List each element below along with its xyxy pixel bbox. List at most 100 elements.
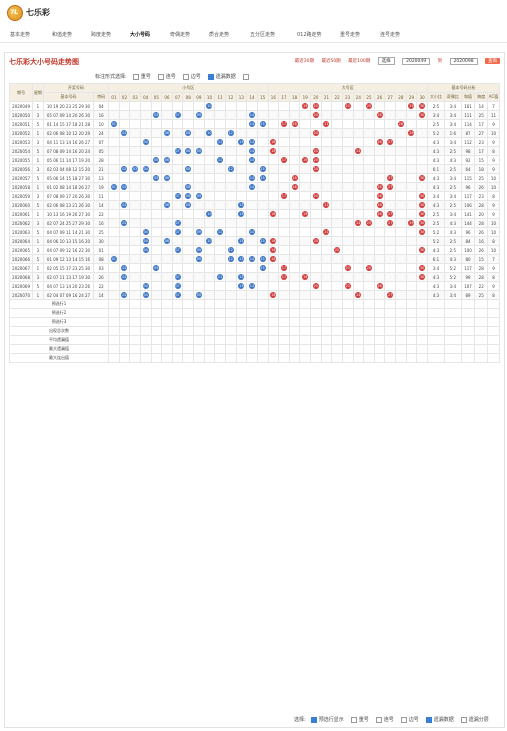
forecast-cell[interactable] [310, 317, 322, 327]
forecast-cell[interactable] [288, 317, 301, 327]
forecast-cell[interactable] [443, 317, 462, 327]
bottom-option[interactable]: 边号 [400, 716, 419, 723]
forecast-cell[interactable] [118, 299, 131, 309]
checkbox-icon[interactable] [425, 716, 432, 723]
query-button[interactable]: 查询 [485, 58, 500, 64]
filter-option[interactable]: 边号 [182, 73, 201, 80]
forecast-cell[interactable] [267, 308, 280, 318]
bottom-option[interactable]: 重号 [350, 716, 369, 723]
forecast-cell[interactable] [416, 299, 429, 309]
nav-tab-9[interactable]: 连号走势 [380, 31, 400, 38]
bottom-option[interactable]: 遗漏分层 [460, 716, 489, 723]
forecast-cell[interactable] [193, 308, 205, 318]
forecast-cell[interactable] [235, 317, 248, 327]
checkbox-icon[interactable] [400, 716, 407, 723]
forecast-cell[interactable] [278, 317, 290, 327]
bottom-option[interactable]: 遗漏数据 [425, 716, 454, 723]
nav-tab-5[interactable]: 质合走势 [209, 31, 229, 38]
forecast-cell[interactable] [384, 308, 396, 318]
forecast-cell[interactable] [139, 299, 152, 309]
forecast-cell[interactable] [427, 317, 445, 327]
forecast-cell[interactable] [320, 308, 333, 318]
forecast-cell[interactable] [352, 299, 365, 309]
forecast-cell[interactable] [474, 308, 489, 318]
forecast-cell[interactable] [373, 308, 386, 318]
forecast-cell[interactable] [235, 299, 248, 309]
forecast-cell[interactable] [171, 299, 184, 309]
forecast-cell[interactable] [129, 299, 141, 309]
forecast-cell[interactable] [267, 317, 280, 327]
checkbox-icon[interactable] [350, 716, 357, 723]
forecast-cell[interactable] [171, 317, 184, 327]
forecast-cell[interactable] [299, 317, 311, 327]
forecast-cell[interactable] [341, 299, 354, 309]
checkbox-icon[interactable] [157, 73, 164, 80]
forecast-cell[interactable] [443, 299, 462, 309]
forecast-cell[interactable] [474, 299, 489, 309]
forecast-cell[interactable] [150, 308, 163, 318]
forecast-cell[interactable] [341, 317, 354, 327]
bottom-option[interactable]: 预选行显示 [310, 716, 344, 723]
forecast-cell[interactable] [182, 299, 194, 309]
forecast-cell[interactable] [416, 317, 429, 327]
forecast-row[interactable]: 预选行2 [8, 308, 500, 318]
forecast-cell[interactable] [108, 299, 120, 309]
forecast-cell[interactable] [487, 308, 500, 318]
forecast-cell[interactable] [405, 317, 418, 327]
forecast-cell[interactable] [352, 317, 365, 327]
checkbox-icon[interactable] [242, 73, 249, 80]
checkbox-icon[interactable] [460, 716, 467, 723]
forecast-cell[interactable] [416, 308, 429, 318]
forecast-cell[interactable] [246, 317, 258, 327]
forecast-cell[interactable] [256, 317, 269, 327]
forecast-cell[interactable] [331, 308, 343, 318]
forecast-cell[interactable] [288, 299, 301, 309]
forecast-row[interactable]: 预选行3 [8, 317, 500, 327]
nav-tab-1[interactable]: 和值走势 [52, 31, 72, 38]
forecast-cell[interactable] [395, 308, 407, 318]
forecast-cell[interactable] [405, 308, 418, 318]
checkbox-icon[interactable] [132, 73, 139, 80]
filter-option[interactable] [242, 73, 251, 80]
nav-tab-8[interactable]: 重号走势 [340, 31, 360, 38]
forecast-cell[interactable] [171, 308, 184, 318]
forecast-cell[interactable] [310, 299, 322, 309]
forecast-cell[interactable] [288, 308, 301, 318]
forecast-cell[interactable] [161, 308, 173, 318]
forecast-cell[interactable] [487, 317, 500, 327]
forecast-cell[interactable] [363, 308, 375, 318]
checkbox-icon[interactable] [375, 716, 382, 723]
forecast-cell[interactable] [299, 308, 311, 318]
checkbox-icon[interactable] [182, 73, 189, 80]
filter-option[interactable]: 连号 [157, 73, 176, 80]
forecast-cell[interactable] [108, 308, 120, 318]
period-select[interactable]: 选择 [377, 57, 395, 65]
forecast-cell[interactable] [224, 317, 237, 327]
forecast-cell[interactable] [460, 299, 476, 309]
nav-tab-2[interactable]: 跨度走势 [91, 31, 111, 38]
checkbox-icon[interactable] [207, 73, 214, 80]
forecast-cell[interactable] [214, 308, 226, 318]
forecast-cell[interactable] [193, 299, 205, 309]
forecast-cell[interactable] [129, 308, 141, 318]
forecast-cell[interactable] [443, 308, 462, 318]
forecast-cell[interactable] [405, 299, 418, 309]
forecast-cell[interactable] [193, 317, 205, 327]
forecast-cell[interactable] [278, 308, 290, 318]
forecast-cell[interactable] [427, 308, 445, 318]
forecast-cell[interactable] [150, 299, 163, 309]
forecast-cell[interactable] [299, 299, 311, 309]
to-issue-input[interactable]: 2020098 [449, 58, 478, 65]
forecast-cell[interactable] [460, 308, 476, 318]
forecast-cell[interactable] [363, 317, 375, 327]
forecast-cell[interactable] [235, 308, 248, 318]
forecast-cell[interactable] [182, 308, 194, 318]
bottom-option[interactable]: 连号 [375, 716, 394, 723]
nav-tab-4[interactable]: 奇偶走势 [170, 31, 190, 38]
forecast-cell[interactable] [150, 317, 163, 327]
forecast-cell[interactable] [384, 299, 396, 309]
forecast-cell[interactable] [352, 308, 365, 318]
nav-tab-7[interactable]: 012路走势 [297, 31, 322, 38]
nav-tab-6[interactable]: 五分区走势 [250, 31, 275, 38]
forecast-cell[interactable] [341, 308, 354, 318]
